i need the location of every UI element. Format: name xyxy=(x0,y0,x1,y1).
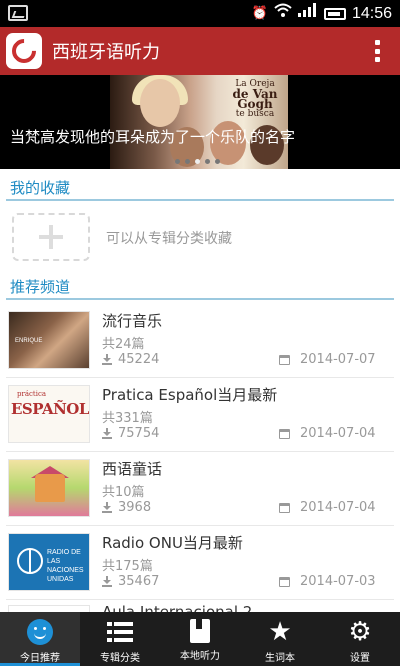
channel-count: 共175篇 xyxy=(102,559,153,574)
battery-icon xyxy=(323,7,346,20)
channel-title: Radio ONU当月最新 xyxy=(102,534,243,552)
download-icon xyxy=(102,428,112,439)
banner-image: La Oreja de Van Gogh te busca xyxy=(110,75,288,169)
channel-thumbnail: RADIO DE LAS NACIONES UNIDAS xyxy=(8,533,90,591)
un-logo-icon xyxy=(17,548,43,574)
nav-vocabulary[interactable]: ★ 生词本 xyxy=(240,612,320,666)
calendar-icon xyxy=(279,502,290,513)
nav-album-category[interactable]: 专辑分类 xyxy=(80,612,160,666)
banner-page-indicator xyxy=(175,159,220,164)
channel-downloads: 45224 xyxy=(102,352,159,367)
channel-thumbnail: práctica ESPAÑOL xyxy=(8,385,90,443)
channel-title: Aula Internacional 2 xyxy=(102,603,253,612)
app-logo-icon xyxy=(6,33,42,69)
channel-downloads: 3968 xyxy=(102,500,151,515)
channel-thumbnail: ENRIQUE xyxy=(8,311,90,369)
nav-label: 专辑分类 xyxy=(100,653,140,664)
add-favorite-button[interactable] xyxy=(12,213,90,261)
recommended-header-label: 推荐频道 xyxy=(10,278,71,296)
channel-title: Pratica Español当月最新 xyxy=(102,386,278,404)
plus-icon xyxy=(39,225,63,249)
channel-item[interactable]: práctica ESPAÑOL Pratica Español当月最新 共33… xyxy=(0,380,400,452)
channel-count: 共10篇 xyxy=(102,485,145,500)
channel-item[interactable]: 西语童话 共10篇 3968 2014-07-04 xyxy=(0,454,400,526)
book-icon xyxy=(190,619,210,643)
nav-label: 生词本 xyxy=(265,653,295,664)
smile-icon xyxy=(27,619,53,645)
nav-label: 本地听力 xyxy=(180,651,220,662)
channel-item[interactable]: RADIO DE LAS NACIONES UNIDAS Radio ONU当月… xyxy=(0,528,400,600)
calendar-icon xyxy=(279,576,290,587)
channel-title: 西语童话 xyxy=(102,460,163,478)
favorites-section-header: 我的收藏 xyxy=(0,171,400,201)
page-dot xyxy=(205,159,210,164)
list-icon xyxy=(107,619,133,645)
status-bar: ⏰ 14:56 xyxy=(0,0,400,27)
wifi-icon xyxy=(274,3,292,24)
channel-thumbnail xyxy=(8,605,90,612)
download-icon xyxy=(102,576,112,587)
channel-item[interactable]: Aula Internacional 2 xyxy=(0,600,400,612)
bottom-nav: 今日推荐 专辑分类 本地听力 ★ 生词本 ⚙ 设置 xyxy=(0,612,400,666)
channel-item[interactable]: ENRIQUE 流行音乐 共24篇 45224 2014-07-07 xyxy=(0,306,400,378)
nav-label: 设置 xyxy=(350,653,370,664)
recommended-section-header: 推荐频道 xyxy=(0,270,400,300)
signal-icon xyxy=(297,3,318,24)
channel-date: 2014-07-03 xyxy=(279,574,376,589)
channel-title: 流行音乐 xyxy=(102,312,163,330)
alarm-icon: ⏰ xyxy=(251,6,268,21)
nav-settings[interactable]: ⚙ 设置 xyxy=(320,612,400,666)
channel-date: 2014-07-07 xyxy=(279,352,376,367)
image-icon xyxy=(8,5,28,21)
banner-caption: 当梵高发现他的耳朵成为了一个乐队的名字 xyxy=(10,128,296,146)
channel-downloads: 35467 xyxy=(102,574,159,589)
nav-local-listening[interactable]: 本地听力 xyxy=(160,612,240,666)
clock: 14:56 xyxy=(351,4,392,22)
channel-downloads: 75754 xyxy=(102,426,159,441)
app-title: 西班牙语听力 xyxy=(52,42,160,63)
page-dot xyxy=(175,159,180,164)
download-icon xyxy=(102,502,112,513)
nav-today-recommend[interactable]: 今日推荐 xyxy=(0,612,80,666)
banner-image-text: La Oreja de Van Gogh te busca xyxy=(232,79,278,119)
nav-label: 今日推荐 xyxy=(20,653,60,664)
favorites-hint: 可以从专辑分类收藏 xyxy=(106,231,232,247)
app-bar: 西班牙语听力 xyxy=(0,27,400,75)
calendar-icon xyxy=(279,354,290,365)
page-dot-active xyxy=(195,159,200,164)
channel-date: 2014-07-04 xyxy=(279,426,376,441)
featured-banner[interactable]: La Oreja de Van Gogh te busca 当梵高发现他的耳朵成… xyxy=(0,75,400,169)
channel-count: 共331篇 xyxy=(102,411,153,426)
gear-icon: ⚙ xyxy=(348,617,372,647)
overflow-menu-icon[interactable] xyxy=(374,40,380,62)
channel-date: 2014-07-04 xyxy=(279,500,376,515)
calendar-icon xyxy=(279,428,290,439)
channel-count: 共24篇 xyxy=(102,337,145,352)
download-icon xyxy=(102,354,112,365)
star-icon: ★ xyxy=(268,617,292,647)
page-dot xyxy=(185,159,190,164)
favorites-header-label: 我的收藏 xyxy=(10,179,71,197)
channel-thumbnail xyxy=(8,459,90,517)
page-dot xyxy=(215,159,220,164)
